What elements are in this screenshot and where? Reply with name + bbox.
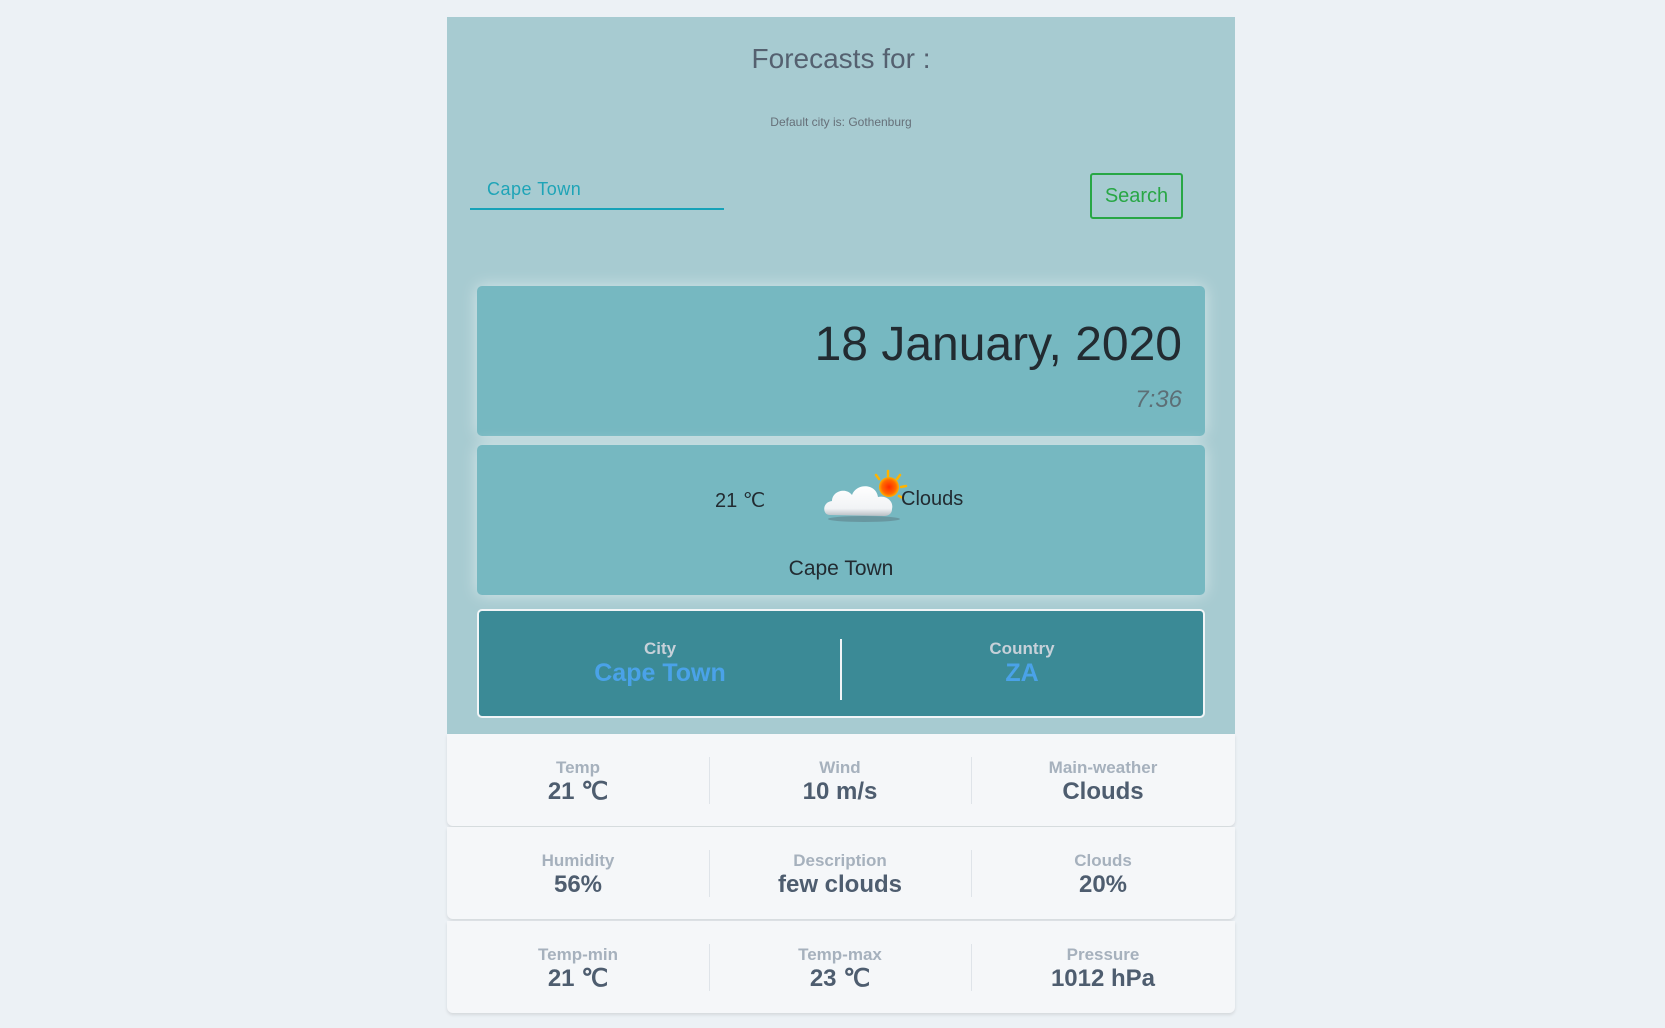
stat-value: 10 m/s [802, 778, 878, 805]
stat-value: Clouds [1062, 778, 1144, 805]
stat-label: Clouds [1074, 851, 1132, 870]
location-card: City Cape Town Country ZA [477, 609, 1205, 718]
city-search-input[interactable] [470, 170, 724, 210]
date-card: 18 January, 2020 7:36 [477, 286, 1205, 436]
weather-main-condition: Clouds [901, 488, 964, 510]
country-label: Country [989, 639, 1055, 658]
current-date: 18 January, 2020 [814, 318, 1182, 371]
stat-main-weather: Main-weather Clouds [972, 758, 1234, 806]
stat-wind: Wind 10 m/s [709, 758, 971, 806]
search-button[interactable]: Search [1090, 173, 1183, 219]
stat-value: 21 ℃ [547, 965, 609, 992]
default-city-note: Default city is: Gothenburg [770, 115, 912, 129]
weather-app-panel: Forecasts for : Default city is: Gothenb… [447, 17, 1235, 734]
stat-pressure: Pressure 1012 hPa [972, 945, 1234, 993]
stat-temp-min: Temp-min 21 ℃ [447, 945, 709, 993]
stat-value: 1012 hPa [1050, 965, 1156, 992]
stat-label: Main-weather [1048, 758, 1158, 777]
stat-label: Humidity [541, 851, 615, 870]
stat-clouds: Clouds 20% [972, 851, 1234, 899]
weather-temperature: 21 ℃ [715, 490, 766, 512]
stat-temp: Temp 21 ℃ [447, 758, 709, 806]
city-column: City Cape Town [479, 639, 841, 687]
city-value: Cape Town [594, 659, 726, 687]
stats-row: Temp 21 ℃ Wind 10 m/s Main-weather Cloud… [447, 734, 1235, 826]
weather-city-name: Cape Town [788, 557, 894, 580]
stats-row: Humidity 56% Description few clouds Clou… [447, 827, 1235, 919]
stat-value: 23 ℃ [809, 965, 871, 992]
stat-label: Wind [819, 758, 861, 777]
stat-label: Temp [555, 758, 601, 777]
country-column: Country ZA [841, 639, 1203, 687]
current-time: 7:36 [1135, 386, 1182, 413]
cloud-sun-icon [824, 469, 908, 522]
stat-value: 21 ℃ [547, 778, 609, 805]
weather-summary-card: 21 ℃ Clouds Cape Town [477, 445, 1205, 595]
stat-description: Description few clouds [709, 851, 971, 899]
stat-value: 56% [553, 871, 603, 898]
stats-row: Temp-min 21 ℃ Temp-max 23 ℃ Pressure 101… [447, 921, 1235, 1013]
stat-label: Description [793, 851, 887, 870]
city-label: City [643, 639, 677, 658]
stat-temp-max: Temp-max 23 ℃ [709, 945, 971, 993]
country-value: ZA [1005, 659, 1039, 687]
page-title: Forecasts for : [751, 43, 931, 74]
stat-value: few clouds [777, 871, 903, 898]
stat-label: Temp-max [798, 945, 882, 964]
stat-value: 20% [1078, 871, 1128, 898]
stat-label: Pressure [1066, 945, 1140, 964]
stat-humidity: Humidity 56% [447, 851, 709, 899]
stat-label: Temp-min [538, 945, 618, 964]
